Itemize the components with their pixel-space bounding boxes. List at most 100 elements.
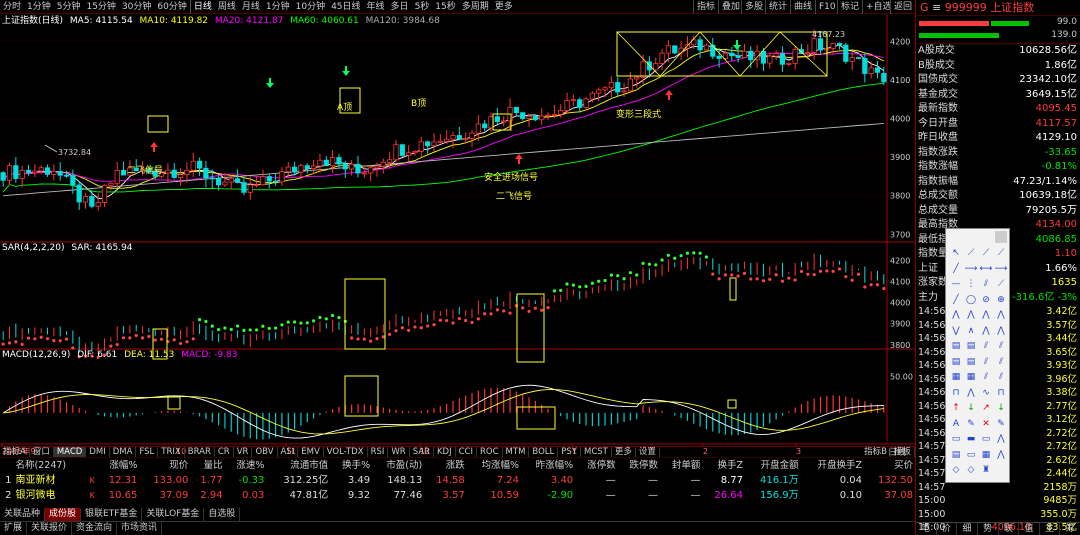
draw-tool-icon[interactable]: ⊘ bbox=[979, 294, 993, 307]
draw-tool-icon[interactable]: ⋁ bbox=[949, 325, 963, 338]
period-4[interactable]: 30分钟 bbox=[119, 0, 154, 14]
draw-tool-icon[interactable]: ↑ bbox=[949, 402, 963, 415]
period-14[interactable]: 5秒 bbox=[412, 0, 433, 14]
col-header[interactable]: 涨幅% bbox=[97, 458, 140, 473]
indicator-tab-16[interactable]: SAR bbox=[410, 447, 434, 457]
period-11[interactable]: 45日线 bbox=[328, 0, 363, 14]
draw-tool-icon[interactable]: ▤ bbox=[949, 356, 963, 369]
draw-tool-icon[interactable]: ⫽ bbox=[979, 371, 993, 384]
draw-tool-icon[interactable]: ⋀ bbox=[994, 309, 1008, 322]
table-row[interactable]: 2 银河微电 K 10.65 37.09 2.94 0.03 47.81亿 9.32 77.46 3… bbox=[0, 488, 915, 503]
draw-tool-icon[interactable]: ▭ bbox=[964, 449, 978, 462]
indicator-tab-12[interactable]: EMV bbox=[298, 447, 324, 457]
draw-tool-icon[interactable]: ▦ bbox=[964, 371, 978, 384]
col-header[interactable]: 买价 bbox=[864, 458, 915, 473]
period-10[interactable]: 10分钟 bbox=[293, 0, 328, 14]
indicator-tab-13[interactable]: VOL-TDX bbox=[324, 447, 368, 457]
toolbar-right-6[interactable]: 标记 bbox=[837, 0, 862, 14]
indicator-tab-21[interactable]: BOLL bbox=[529, 447, 559, 457]
period-9[interactable]: 1分钟 bbox=[263, 0, 293, 14]
indicator-tab-19[interactable]: ROC bbox=[477, 447, 503, 457]
indicator-tab-4[interactable]: DMA bbox=[110, 447, 137, 457]
draw-tool-icon[interactable] bbox=[994, 464, 1008, 477]
indicator-tab-14[interactable]: RSI bbox=[368, 447, 389, 457]
period-13[interactable]: 多日 bbox=[388, 0, 412, 14]
indicator-tab-3[interactable]: DMI bbox=[86, 447, 110, 457]
draw-tool-icon[interactable]: ⫽ bbox=[994, 340, 1008, 353]
indicator-tab-9[interactable]: VR bbox=[234, 447, 253, 457]
quote-bottom-tab-2[interactable]: 细 bbox=[957, 523, 978, 535]
draw-tool-icon[interactable]: ✕ bbox=[979, 418, 993, 431]
draw-tool-icon[interactable]: A bbox=[949, 418, 963, 431]
period-0[interactable]: 分时 bbox=[0, 0, 24, 14]
draw-tool-icon[interactable]: ⟶ bbox=[964, 263, 978, 276]
col-header[interactable]: 开盘换手Z bbox=[801, 458, 864, 473]
indicator-tab-8[interactable]: CR bbox=[215, 447, 234, 457]
indicator-tab-2[interactable]: MACD bbox=[53, 447, 87, 457]
quote-bottom-tab-1[interactable]: 价 bbox=[937, 523, 958, 535]
draw-tool-icon[interactable]: ╱ bbox=[949, 263, 963, 276]
quote-bottom-tab-4[interactable]: 联 bbox=[999, 523, 1020, 535]
indicator-tab-10[interactable]: OBV bbox=[252, 447, 278, 457]
draw-tool-icon[interactable]: ⋮ bbox=[964, 278, 978, 291]
indicator-tab-15[interactable]: WR bbox=[388, 447, 410, 457]
indicator-tab-5[interactable]: FSL bbox=[136, 447, 159, 457]
table-row[interactable]: 1 南亚新材 K 12.31 133.00 1.77 -0.33 312.25亿 3.49 148… bbox=[0, 473, 915, 488]
draw-tool-icon[interactable]: ⊓ bbox=[949, 387, 963, 400]
col-header[interactable]: 跌停数 bbox=[618, 458, 660, 473]
period-17[interactable]: 更多 bbox=[492, 0, 516, 14]
indicator-tab-20[interactable]: MTM bbox=[503, 447, 530, 457]
draw-tool-icon[interactable]: ⋀ bbox=[994, 325, 1008, 338]
draw-tool-icon[interactable]: ⋀ bbox=[964, 387, 978, 400]
draw-tool-icon[interactable]: ✎ bbox=[964, 418, 978, 431]
quote-bottom-tab-7[interactable]: 筹 bbox=[1060, 523, 1080, 535]
tab-right-0[interactable]: 指标B bbox=[861, 447, 891, 457]
draw-tool-icon[interactable]: ▤ bbox=[949, 449, 963, 462]
draw-tool-icon[interactable]: ⫽ bbox=[994, 356, 1008, 369]
draw-tool-icon[interactable]: ▭ bbox=[949, 433, 963, 446]
col-header[interactable]: 换手Z bbox=[702, 458, 745, 473]
draw-tool-icon[interactable]: ▭ bbox=[979, 433, 993, 446]
period-7[interactable]: 周线 bbox=[215, 0, 239, 14]
indicator-tab-1[interactable]: 窗口 bbox=[30, 447, 54, 457]
period-5[interactable]: 60分钟 bbox=[154, 0, 189, 14]
bottom-tab-0[interactable]: 关联品种 bbox=[0, 508, 46, 521]
quote-bottom-tab-0[interactable]: 笔 bbox=[916, 523, 937, 535]
draw-tool-icon[interactable]: ♜ bbox=[979, 464, 993, 477]
col-header[interactable]: 现价 bbox=[139, 458, 190, 473]
status-item-0[interactable]: 扩展 bbox=[0, 522, 28, 535]
status-item-3[interactable]: 市场资讯 bbox=[117, 522, 163, 535]
quote-bottom-tab-5[interactable]: 值 bbox=[1019, 523, 1040, 535]
draw-tool-icon[interactable]: ◇ bbox=[949, 464, 963, 477]
draw-tool-icon[interactable]: ⋀ bbox=[994, 433, 1008, 446]
toolbar-right-4[interactable]: 曲线 bbox=[790, 0, 815, 14]
draw-tool-icon[interactable]: ⋀ bbox=[994, 449, 1008, 462]
indicator-tab-25[interactable]: 设置 bbox=[636, 447, 660, 457]
draw-tool-icon[interactable]: ⋀ bbox=[949, 309, 963, 322]
draw-tool-icon[interactable]: ∿ bbox=[979, 387, 993, 400]
indicator-tab-22[interactable]: PSY bbox=[558, 447, 581, 457]
draw-tool-icon[interactable]: ╱ bbox=[949, 294, 963, 307]
col-header[interactable]: 量比 bbox=[190, 458, 224, 473]
draw-tool-icon[interactable]: — bbox=[949, 278, 963, 291]
toolbar-right-1[interactable]: 叠加 bbox=[718, 0, 743, 14]
draw-tool-icon[interactable]: ⟷ bbox=[979, 263, 993, 276]
status-item-2[interactable]: 资金流向 bbox=[72, 522, 118, 535]
toolbar-right-3[interactable]: 统计 bbox=[765, 0, 790, 14]
period-12[interactable]: 年线 bbox=[364, 0, 388, 14]
draw-tool-icon[interactable]: ⋀ bbox=[964, 309, 978, 322]
col-header[interactable]: 换手% bbox=[330, 458, 372, 473]
draw-tool-icon[interactable]: ↓ bbox=[994, 402, 1008, 415]
toolbar-right-5[interactable]: F10 bbox=[815, 0, 839, 14]
draw-tool-icon[interactable]: ⟋ bbox=[964, 247, 978, 260]
col-header[interactable] bbox=[0, 458, 14, 473]
toolbar-right-0[interactable]: 指标 bbox=[693, 0, 718, 14]
palette-close-icon[interactable] bbox=[995, 231, 1007, 243]
draw-tool-icon[interactable]: ⫽ bbox=[994, 371, 1008, 384]
draw-tool-icon[interactable]: ⫽ bbox=[979, 340, 993, 353]
indicator-tab-7[interactable]: BRAR bbox=[185, 447, 215, 457]
draw-tool-icon[interactable]: ◯ bbox=[964, 294, 978, 307]
draw-tool-icon[interactable]: ⊓ bbox=[994, 387, 1008, 400]
draw-tool-icon[interactable]: ⟋ bbox=[979, 247, 993, 260]
draw-tool-icon[interactable]: ↗ bbox=[979, 402, 993, 415]
